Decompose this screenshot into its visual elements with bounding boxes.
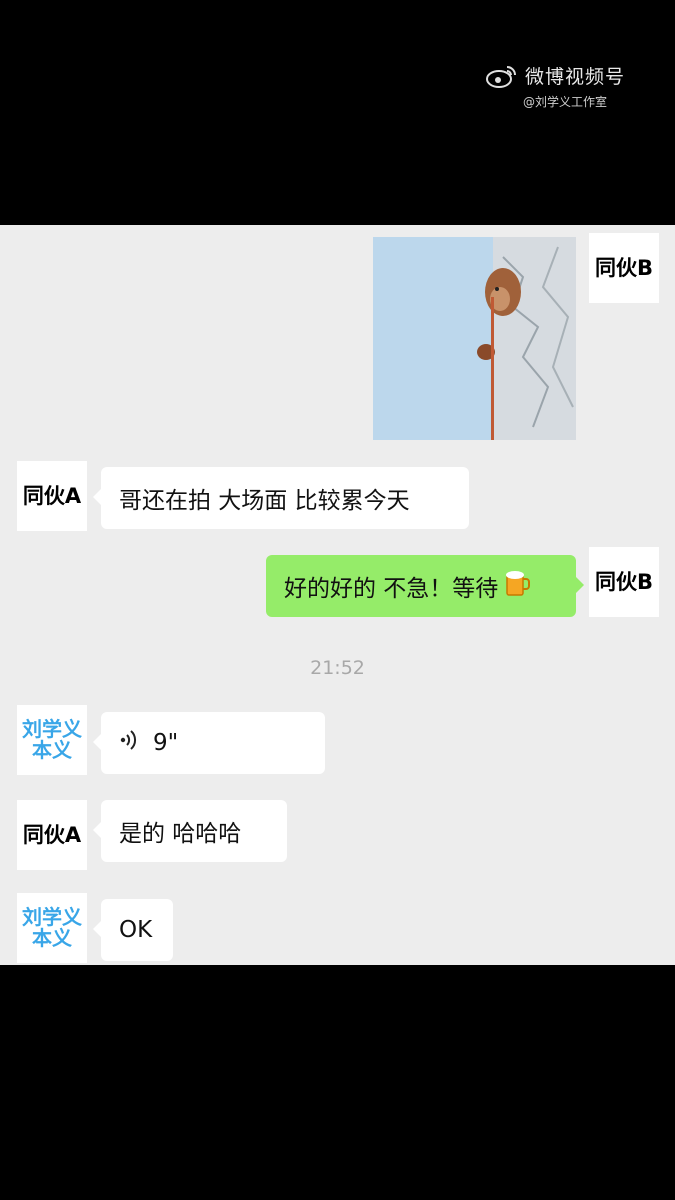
top-letterbox: 微博视频号 @刘学义工作室 (0, 0, 675, 225)
message-text: 是的 哈哈哈 (119, 821, 242, 847)
avatar-a[interactable]: 同伙A (17, 461, 87, 531)
message-bubble[interactable]: OK (93, 899, 173, 961)
voice-duration: 9" (153, 730, 179, 756)
message-timestamp: 21:52 (310, 657, 365, 679)
voice-message-bubble[interactable]: 9" (93, 712, 325, 774)
monkey-sticker-image[interactable] (373, 237, 576, 440)
beer-emoji-icon (504, 569, 531, 603)
avatar-name-line1: 刘学义 (22, 905, 82, 929)
avatar-a[interactable]: 同伙A (17, 800, 87, 870)
watermark-title: 微博视频号 (524, 66, 625, 88)
avatar-name-line2: 本义 (32, 738, 72, 762)
avatar-liu[interactable]: 刘学义 本义 (17, 893, 87, 963)
monkey-peek-illustration (373, 237, 576, 440)
message-bubble[interactable]: 是的 哈哈哈 (93, 800, 287, 862)
voice-wave-icon (119, 729, 139, 757)
watermark-subtitle: @刘学义工作室 (522, 95, 607, 109)
avatar-liu[interactable]: 刘学义 本义 (17, 705, 87, 775)
message-text: 哥还在拍 大场面 比较累今天 (119, 488, 410, 514)
avatar-name-line2: 本义 (32, 926, 72, 950)
bottom-letterbox (0, 965, 675, 1200)
message-bubble[interactable]: 哥还在拍 大场面 比较累今天 (93, 467, 469, 529)
weibo-watermark: 微博视频号 @刘学义工作室 (485, 62, 625, 110)
avatar-b[interactable]: 同伙B (589, 547, 659, 617)
message-bubble-sent[interactable]: 好的好的 不急！等待 (266, 555, 584, 617)
avatar-b[interactable]: 同伙B (589, 233, 659, 303)
message-text: OK (119, 917, 153, 943)
message-text: 好的好的 不急！等待 (284, 576, 499, 602)
weibo-logo-icon (485, 65, 516, 88)
chat-window: 同伙B 同伙A 哥还在拍 大场面 比较累今天 好的好的 不急！等待 同伙B 21… (0, 225, 675, 965)
avatar-name-line1: 刘学义 (22, 717, 82, 741)
